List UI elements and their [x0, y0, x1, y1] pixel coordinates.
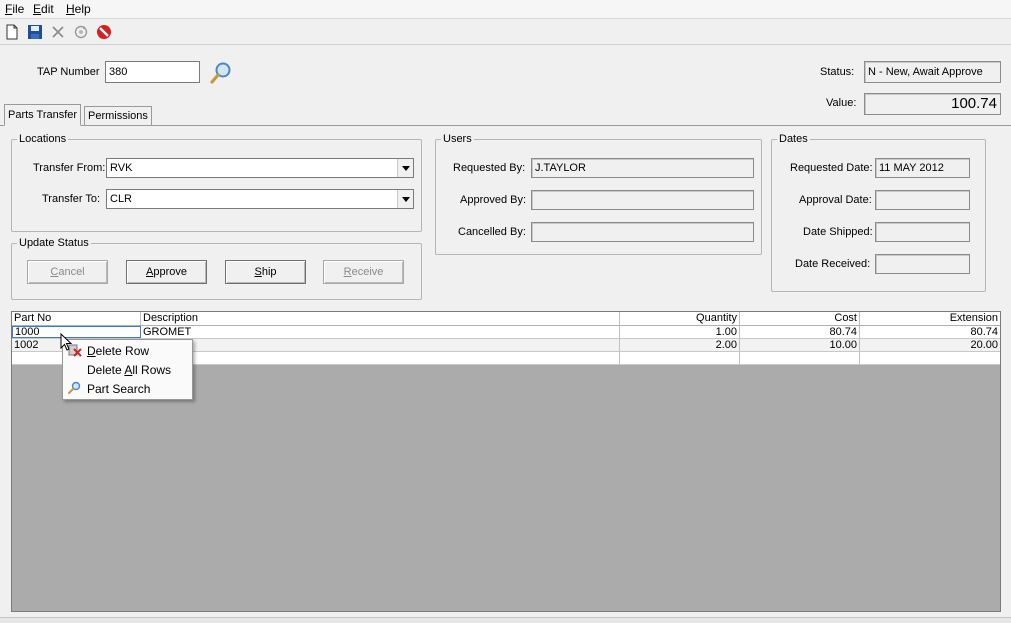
cell-extension[interactable]: 20.00 [860, 339, 1000, 351]
update-status-title: Update Status [17, 237, 91, 249]
cancelled-by-label: Cancelled By: [458, 226, 526, 238]
transfer-from-select[interactable]: RVK [106, 158, 414, 178]
approval-date-field [875, 190, 970, 210]
transfer-to-label: Transfer To: [42, 193, 101, 205]
menu-help[interactable]: Help [66, 2, 91, 16]
requested-date-field: 11 MAY 2012 [875, 158, 970, 178]
col-extension[interactable]: Extension [860, 312, 1000, 325]
delete-x-icon[interactable] [48, 22, 68, 42]
tap-number-input[interactable]: 380 [105, 61, 200, 83]
table-row[interactable]: 1000 GROMET 1.00 80.74 80.74 [12, 326, 1000, 339]
col-cost[interactable]: Cost [740, 312, 860, 325]
tab-strip-line [0, 125, 1011, 126]
approve-button[interactable]: Approve [126, 260, 207, 284]
cancel-button[interactable]: Cancel [27, 260, 108, 284]
value-field: 100.74 [864, 93, 1001, 115]
mouse-cursor-icon [60, 332, 73, 354]
part-search-label: Part Search [87, 381, 151, 396]
chevron-down-icon[interactable] [397, 159, 413, 177]
cancelled-by-field [531, 222, 754, 242]
transfer-to-value: CLR [110, 193, 133, 205]
transfer-to-select[interactable]: CLR [106, 189, 414, 209]
approved-by-label: Approved By: [460, 194, 527, 206]
value-label: Value: [826, 97, 857, 109]
context-menu: Delete Row Delete All Rows Part Search [62, 339, 193, 400]
cell-part-no[interactable]: 1000 [12, 326, 141, 338]
cell-extension[interactable] [860, 352, 1000, 364]
locations-group [11, 139, 422, 232]
requested-by-field: J.TAYLOR [531, 158, 754, 178]
locations-title: Locations [17, 133, 69, 145]
cell-cost[interactable]: 80.74 [740, 326, 860, 338]
chevron-down-icon[interactable] [397, 190, 413, 208]
ship-button[interactable]: Ship [225, 260, 306, 284]
cell-cost[interactable] [740, 352, 860, 364]
approval-date-label: Approval Date: [799, 194, 872, 206]
date-received-field [875, 254, 970, 274]
dates-title: Dates [777, 133, 810, 145]
status-field: N - New, Await Approve [864, 61, 1001, 83]
transfer-from-label: Transfer From: [33, 162, 106, 174]
new-document-icon[interactable] [2, 22, 22, 42]
approved-by-field [531, 190, 754, 210]
refresh-icon[interactable] [71, 22, 91, 42]
cell-quantity[interactable]: 1.00 [620, 326, 740, 338]
users-title: Users [441, 133, 474, 145]
cell-description[interactable] [141, 339, 620, 351]
requested-date-label: Requested Date: [790, 162, 873, 174]
menu-bar: File Edit Help [0, 0, 1011, 19]
requested-by-label: Requested By: [453, 162, 526, 174]
part-search-menu-item[interactable]: Part Search [63, 379, 192, 398]
search-magnifier-icon[interactable] [208, 60, 234, 86]
cell-quantity[interactable]: 2.00 [620, 339, 740, 351]
date-received-label: Date Received: [795, 258, 871, 270]
col-part-no[interactable]: Part No [12, 312, 141, 325]
tap-number-label: TAP Number [37, 66, 100, 78]
save-disk-icon[interactable] [25, 22, 45, 42]
cancel-stop-icon[interactable] [94, 22, 114, 42]
menu-file[interactable]: File [5, 2, 24, 16]
status-bar [0, 617, 1011, 623]
col-quantity[interactable]: Quantity [620, 312, 740, 325]
toolbar [0, 19, 1011, 45]
delete-all-rows-menu-item[interactable]: Delete All Rows [63, 360, 192, 379]
transfer-from-value: RVK [110, 162, 133, 174]
cell-quantity[interactable] [620, 352, 740, 364]
cell-description[interactable]: GROMET [141, 326, 620, 338]
receive-button[interactable]: Receive [323, 260, 404, 284]
tab-permissions[interactable]: Permissions [84, 106, 152, 126]
date-shipped-label: Date Shipped: [803, 226, 873, 238]
search-magnifier-icon [67, 381, 81, 398]
menu-edit[interactable]: Edit [33, 2, 54, 16]
cell-extension[interactable]: 80.74 [860, 326, 1000, 338]
col-description[interactable]: Description [141, 312, 620, 325]
status-label: Status: [820, 66, 855, 78]
grid-header: Part No Description Quantity Cost Extens… [12, 312, 1000, 326]
date-shipped-field [875, 222, 970, 242]
delete-row-menu-item[interactable]: Delete Row [63, 341, 192, 360]
cell-description[interactable] [141, 352, 620, 364]
cell-cost[interactable]: 10.00 [740, 339, 860, 351]
tab-parts-transfer[interactable]: Parts Transfer [4, 104, 82, 126]
